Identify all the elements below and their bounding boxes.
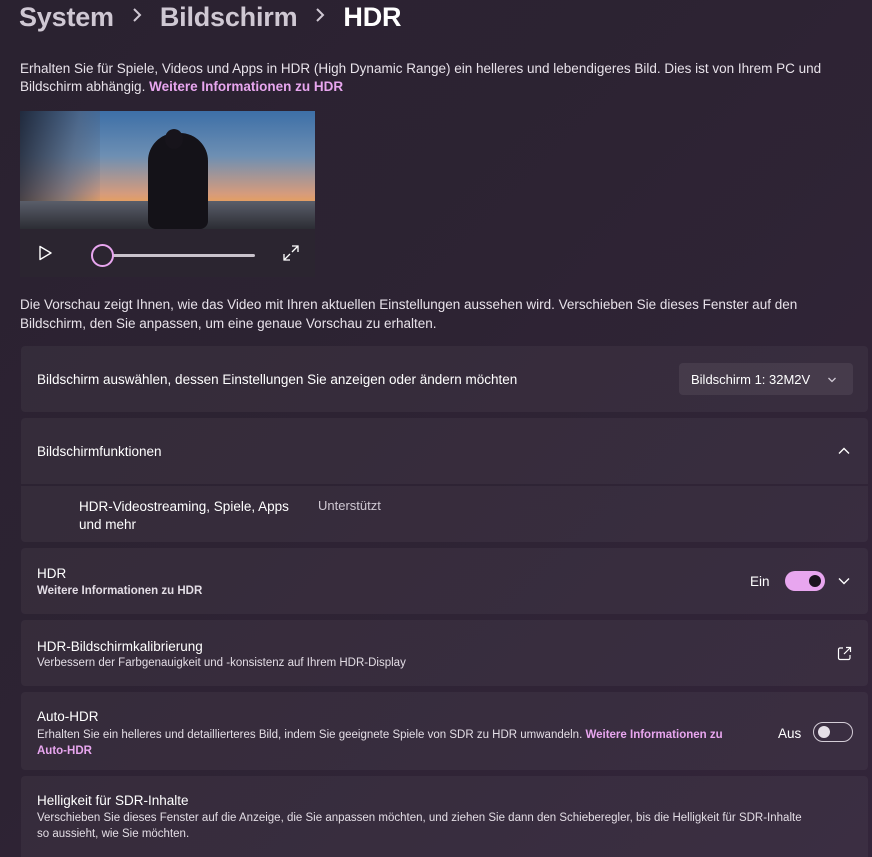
fullscreen-icon[interactable] [282,244,300,262]
display-capabilities-title: Bildschirmfunktionen [37,444,162,459]
hdr-card: HDR Weitere Informationen zu HDR Ein [21,548,868,614]
display-capabilities-card[interactable]: Bildschirmfunktionen [21,418,868,484]
chevron-down-icon[interactable] [837,574,851,593]
page-title: HDR [343,2,402,32]
auto-hdr-toggle-knob [818,726,830,738]
hdr-video-preview [20,111,315,277]
auto-hdr-learn-more-link[interactable]: Weitere Informationen zu [585,729,722,741]
video-frame [20,111,315,229]
feature-name-line2: und mehr [79,517,137,532]
display-select-value: Bildschirm 1: 32M2V [691,372,811,387]
auto-hdr-toggle[interactable] [813,722,853,742]
video-figure-head [165,129,183,149]
breadcrumb-bildschirm[interactable]: Bildschirm [160,2,298,33]
sdr-brightness-description-line1: Verschieben Sie dieses Fenster auf die A… [37,812,802,824]
display-capabilities-details: HDR-Videostreaming, Spiele, Apps und meh… [21,486,868,542]
feature-status: Unterstützt [318,498,381,513]
auto-hdr-card: Auto-HDR Erhalten Sie ein helleres und d… [21,692,868,770]
chevron-right-icon [315,5,325,28]
preview-note: Die Vorschau zeigt Ihnen, wie das Video … [20,297,798,331]
breadcrumb: System Bildschirm HDR [19,2,402,33]
auto-hdr-description-line1: Erhalten Sie ein helleres und detaillier… [37,727,767,743]
video-controls [20,229,315,277]
intro-text: Erhalten Sie für Spiele, Videos und Apps… [20,60,850,96]
external-link-icon[interactable] [837,646,852,661]
auto-hdr-description: Erhalten Sie ein helleres und detaillier… [37,727,767,759]
breadcrumb-system[interactable]: System [19,2,114,33]
chevron-up-icon[interactable] [837,444,851,463]
video-scrubber-track[interactable] [102,254,255,257]
hdr-calibration-card[interactable]: HDR-Bildschirmkalibrierung Verbessern de… [21,620,868,686]
sdr-brightness-description: Verschieben Sie dieses Fenster auf die A… [37,810,857,842]
intro-description: Erhalten Sie für Spiele, Videos und Apps… [20,61,822,94]
auto-hdr-toggle-state: Aus [778,726,802,741]
auto-hdr-title: Auto-HDR [37,709,99,724]
chevron-right-icon [132,5,142,28]
display-select-label: Bildschirm auswählen, dessen Einstellung… [37,372,518,387]
hdr-calibration-subtitle: Verbessern der Farbgenauigkeit und -kons… [37,657,406,669]
play-icon[interactable] [37,245,53,261]
feature-name-line1: HDR-Videostreaming, Spiele, Apps [79,499,289,514]
sdr-brightness-title: Helligkeit für SDR-Inhalte [37,793,189,808]
auto-hdr-subtitle: Erhalten Sie ein helleres und detaillier… [37,729,586,741]
hdr-learn-more-link[interactable]: Weitere Informationen zu HDR [37,585,202,597]
display-select-dropdown[interactable]: Bildschirm 1: 32M2V [679,363,853,395]
hdr-toggle-knob [809,575,821,587]
chevron-down-icon [827,373,837,388]
learn-more-hdr-link[interactable]: Weitere Informationen zu HDR [149,79,343,94]
hdr-toggle-state: Ein [750,574,770,589]
display-select-card: Bildschirm auswählen, dessen Einstellung… [21,346,868,412]
sdr-brightness-card: Helligkeit für SDR-Inhalte Verschieben S… [21,776,868,857]
auto-hdr-learn-more-link-cont[interactable]: Auto-HDR [37,743,767,759]
feature-name: HDR-Videostreaming, Spiele, Apps und meh… [79,498,289,534]
sdr-brightness-description-line2: so aussieht, wie Sie möchten. [37,828,190,840]
hdr-calibration-title: HDR-Bildschirmkalibrierung [37,639,203,654]
video-scrubber-thumb[interactable] [90,244,114,267]
hdr-title: HDR [37,566,67,581]
hdr-toggle[interactable] [785,571,825,591]
